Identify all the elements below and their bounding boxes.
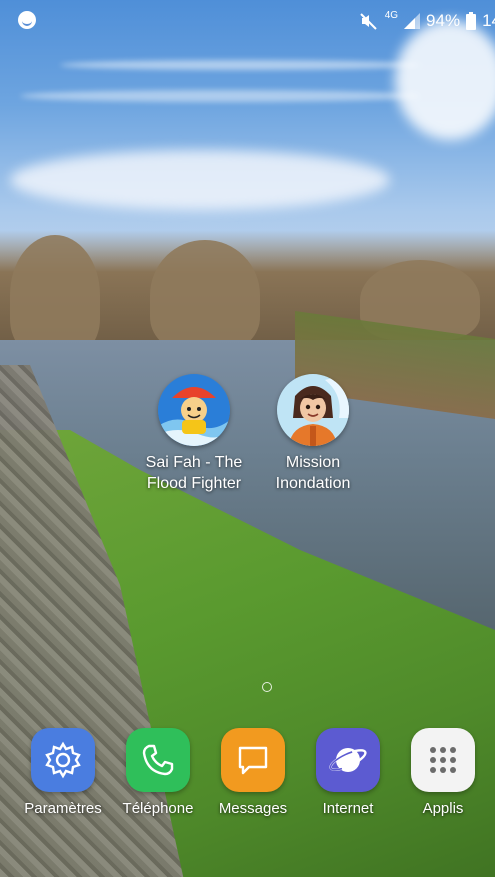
- sai-fah-app-icon: [158, 374, 230, 446]
- mission-inondation-app-icon: [277, 374, 349, 446]
- home-screen: 4G 94% 14: [0, 0, 495, 877]
- clock: 14: [482, 11, 495, 30]
- message-icon: [221, 728, 285, 792]
- app-mission-inondation[interactable]: Mission Inondation: [258, 374, 368, 494]
- gear-icon: [31, 728, 95, 792]
- grid-icon: [411, 728, 475, 792]
- dock-app-applis[interactable]: Applis: [395, 728, 491, 817]
- dock-app-messages[interactable]: Messages: [205, 728, 301, 817]
- page-indicator-dot: [262, 682, 272, 692]
- dock-app-internet[interactable]: Internet: [300, 728, 396, 817]
- smiley-notification-icon: [18, 11, 36, 29]
- phone-icon: [126, 728, 190, 792]
- dock-app-settings[interactable]: Paramètres: [15, 728, 111, 817]
- signal-icon: [404, 13, 421, 29]
- app-label-line2: Flood Fighter: [146, 475, 242, 492]
- app-label-line1: Mission: [285, 454, 341, 471]
- app-sai-fah[interactable]: Sai Fah - The Flood Fighter: [139, 374, 249, 494]
- dock-label: Messages: [218, 800, 288, 817]
- app-label-line2: Inondation: [275, 475, 351, 492]
- network-type-label: 4G: [384, 10, 399, 21]
- globe-icon: [316, 728, 380, 792]
- app-label-line1: Sai Fah - The: [145, 454, 243, 471]
- battery-icon: [466, 12, 477, 30]
- dock-label: Paramètres: [24, 800, 102, 817]
- status-bar: 4G 94% 14: [0, 0, 495, 42]
- dock-label: Téléphone: [122, 800, 194, 817]
- dock-label: Internet: [322, 800, 374, 817]
- mute-icon: [359, 13, 377, 30]
- dock: Paramètres Téléphone Messages Internet A…: [0, 728, 495, 828]
- dock-app-phone[interactable]: Téléphone: [110, 728, 206, 817]
- dock-label: Applis: [422, 800, 464, 817]
- battery-percent: 94%: [426, 11, 461, 30]
